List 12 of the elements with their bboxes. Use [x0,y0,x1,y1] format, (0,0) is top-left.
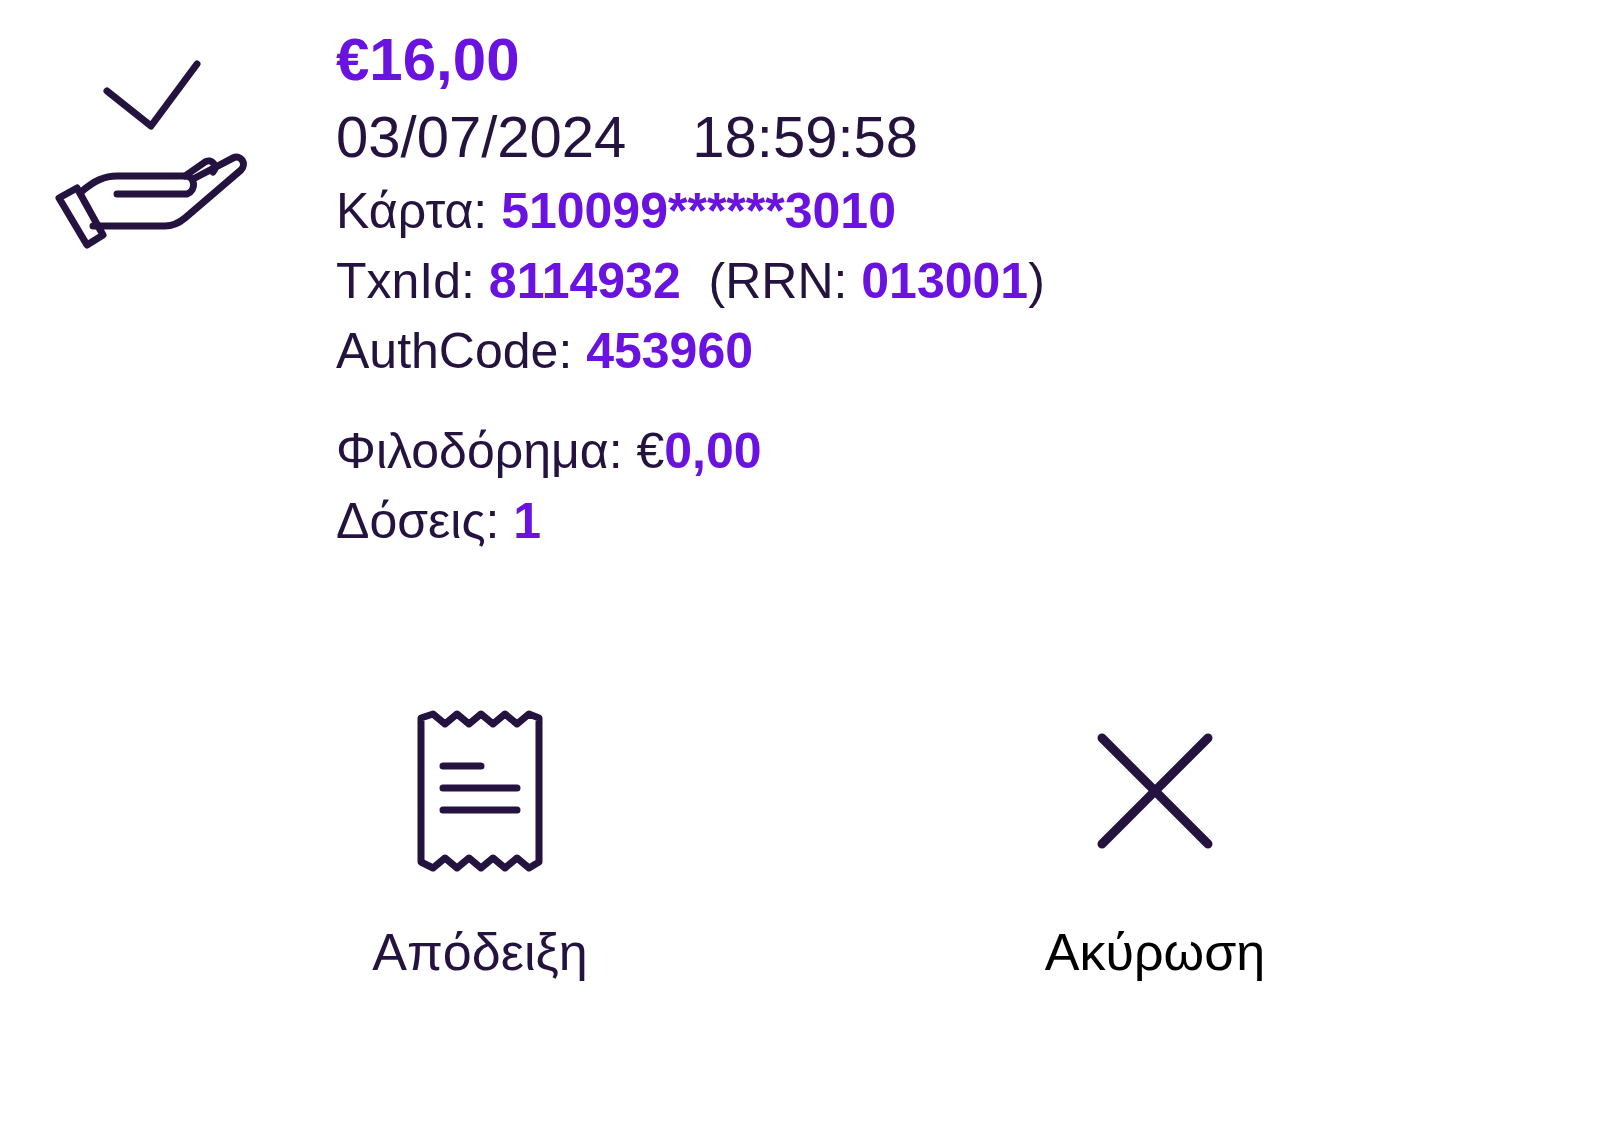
detail-line: TxnId: 8114932 (RRN: 013001) [336,252,1045,311]
close-icon [1097,733,1213,849]
detail-line: AuthCode: 453960 [336,322,755,381]
transaction-date: 03/07/2024 [336,103,627,171]
amount: €16,00 [336,25,521,95]
detail-line: Κάρτα: 510099******3010 [336,182,897,241]
transaction-time: 18:59:58 [692,103,919,171]
receipt-icon [417,710,543,872]
receipt-button[interactable]: Απόδειξη [372,706,588,984]
detail-line: Φιλοδόρημα: €0,00 [336,422,763,481]
detail-line: Δόσεις: 1 [336,492,543,551]
cancel-button[interactable]: Ακύρωση [1044,706,1266,984]
